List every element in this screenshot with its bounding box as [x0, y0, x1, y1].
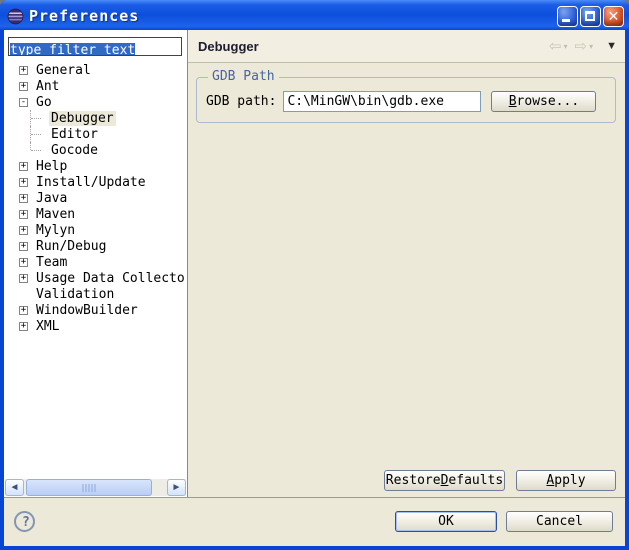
expand-icon[interactable]: + — [19, 258, 28, 267]
scroll-right-button[interactable]: ► — [167, 479, 186, 496]
expand-icon[interactable]: + — [19, 162, 28, 171]
help-icon: ? — [22, 515, 30, 530]
dialog-footer: ? OK Cancel — [4, 497, 625, 546]
tree-item-mylyn[interactable]: + Mylyn — [4, 222, 187, 238]
filter-input[interactable]: type filter text — [8, 37, 182, 56]
tree-item-label: Ant — [34, 79, 61, 94]
tree-item-label: Java — [34, 191, 69, 206]
page-header: Debugger ⇦ ▾ ⇨ ▾ ▼ — [188, 30, 625, 63]
tree-item-gocode[interactable]: Gocode — [4, 142, 187, 158]
gdb-path-group: GDB Path GDB path: Browse... — [196, 77, 616, 123]
tree-item-label: Validation — [34, 287, 116, 302]
filter-input-selected-text: type filter text — [10, 43, 135, 56]
minimize-button[interactable] — [557, 6, 578, 27]
expand-icon[interactable]: + — [19, 226, 28, 235]
tree-item-xml[interactable]: + XML — [4, 318, 187, 334]
tree-item-general[interactable]: + General — [4, 62, 187, 78]
tree-item-editor[interactable]: Editor — [4, 126, 187, 142]
expand-icon[interactable]: + — [19, 306, 28, 315]
tree-item-label: Mylyn — [34, 223, 77, 238]
expand-icon[interactable]: + — [19, 66, 28, 75]
gdb-path-input[interactable] — [283, 91, 481, 112]
scroll-left-button[interactable]: ◄ — [5, 479, 24, 496]
gdb-path-label: GDB path: — [206, 94, 276, 109]
gdb-path-row: GDB path: Browse... — [206, 91, 606, 112]
forward-icon[interactable]: ⇨ — [575, 39, 588, 54]
tree-item-ant[interactable]: + Ant — [4, 78, 187, 94]
tree-item-label: Maven — [34, 207, 77, 222]
tree-item-label: WindowBuilder — [34, 303, 140, 318]
expand-icon[interactable]: + — [19, 178, 28, 187]
tree-connector — [30, 110, 43, 126]
tree-item-go[interactable]: -Go — [4, 94, 187, 110]
scrollbar-track[interactable] — [152, 479, 167, 496]
back-icon[interactable]: ⇦ — [549, 39, 562, 54]
tree-connector — [30, 142, 43, 158]
tree-item-label: Gocode — [49, 143, 100, 158]
footer-buttons: OK Cancel — [395, 511, 613, 532]
tree: + General + Ant-GoDebuggerEditorGocode + Help… — [4, 62, 187, 334]
scrollbar-grip-icon — [83, 484, 96, 492]
titlebar[interactable]: Preferences ✕ — [0, 0, 629, 30]
tree-item-label: Debugger — [49, 111, 116, 126]
page-navigation: ⇦ ▾ ⇨ ▾ ▼ — [549, 39, 617, 54]
help-button[interactable]: ? — [14, 511, 35, 532]
tree-item-team[interactable]: + Team — [4, 254, 187, 270]
tree-item-label: Go — [34, 95, 54, 110]
expand-icon[interactable]: + — [19, 210, 28, 219]
page-buttons: Restore Defaults Apply — [384, 470, 616, 491]
tree-item-label: Run/Debug — [34, 239, 108, 254]
page-body: GDB Path GDB path: Browse... Restore Def… — [188, 63, 625, 497]
tree-item-debugger[interactable]: Debugger — [4, 110, 187, 126]
tree-item-windowbuilder[interactable]: + WindowBuilder — [4, 302, 187, 318]
tree-item-label: Help — [34, 159, 69, 174]
tree-item-install-update[interactable]: + Install/Update — [4, 174, 187, 190]
preferences-dialog: Preferences ✕ type filter text +General+… — [0, 0, 629, 550]
scrollbar-thumb[interactable] — [26, 479, 152, 496]
page-title: Debugger — [198, 39, 549, 54]
ok-button[interactable]: OK — [395, 511, 497, 532]
expand-icon[interactable]: + — [19, 242, 28, 251]
tree-item-maven[interactable]: + Maven — [4, 206, 187, 222]
minimize-icon — [562, 19, 570, 22]
tree-item-label: General — [34, 63, 93, 78]
browse-button[interactable]: Browse... — [491, 91, 596, 112]
view-menu-icon[interactable]: ▼ — [606, 40, 617, 52]
cancel-button[interactable]: Cancel — [506, 511, 613, 532]
close-button[interactable]: ✕ — [603, 6, 624, 27]
group-title: GDB Path — [208, 69, 279, 84]
horizontal-scrollbar[interactable]: ◄ ► — [5, 479, 186, 496]
tree-connector — [30, 126, 43, 142]
tree-item-label: XML — [34, 319, 61, 334]
tree-item-help[interactable]: + Help — [4, 158, 187, 174]
apply-button[interactable]: Apply — [516, 470, 616, 491]
tree-item-label: Team — [34, 255, 69, 270]
expand-icon[interactable]: + — [19, 322, 28, 331]
preference-page: Debugger ⇦ ▾ ⇨ ▾ ▼ GDB Path GDB path: — [188, 30, 625, 497]
window-title: Preferences — [29, 7, 555, 25]
maximize-button[interactable] — [580, 6, 601, 27]
restore-defaults-button[interactable]: Restore Defaults — [384, 470, 505, 491]
main-area: type filter text +General+Ant-GoDebugger… — [4, 30, 625, 497]
tree-item-usage-data-collector[interactable]: + Usage Data Collector — [4, 270, 187, 286]
expand-icon[interactable]: + — [19, 274, 28, 283]
collapse-icon[interactable]: - — [19, 98, 28, 107]
expand-icon[interactable]: + — [19, 82, 28, 91]
tree-item-java[interactable]: + Java — [4, 190, 187, 206]
tree-item-label: Install/Update — [34, 175, 148, 190]
expand-icon[interactable]: + — [19, 194, 28, 203]
tree-item-validation[interactable]: Validation — [4, 286, 187, 302]
maximize-icon — [585, 11, 595, 21]
back-history-dropdown-icon[interactable]: ▾ — [564, 42, 568, 51]
tree-item-label: Editor — [49, 127, 100, 142]
tree-item-label: Usage Data Collector — [34, 271, 188, 286]
close-icon: ✕ — [604, 7, 623, 26]
preferences-tree-panel: type filter text + General + Ant-GoDebugger… — [4, 30, 188, 497]
tree-item-run-debug[interactable]: + Run/Debug — [4, 238, 187, 254]
eclipse-logo-icon — [7, 8, 24, 25]
dialog-content: type filter text +General+Ant-GoDebugger… — [4, 30, 625, 546]
forward-history-dropdown-icon[interactable]: ▾ — [589, 42, 593, 51]
